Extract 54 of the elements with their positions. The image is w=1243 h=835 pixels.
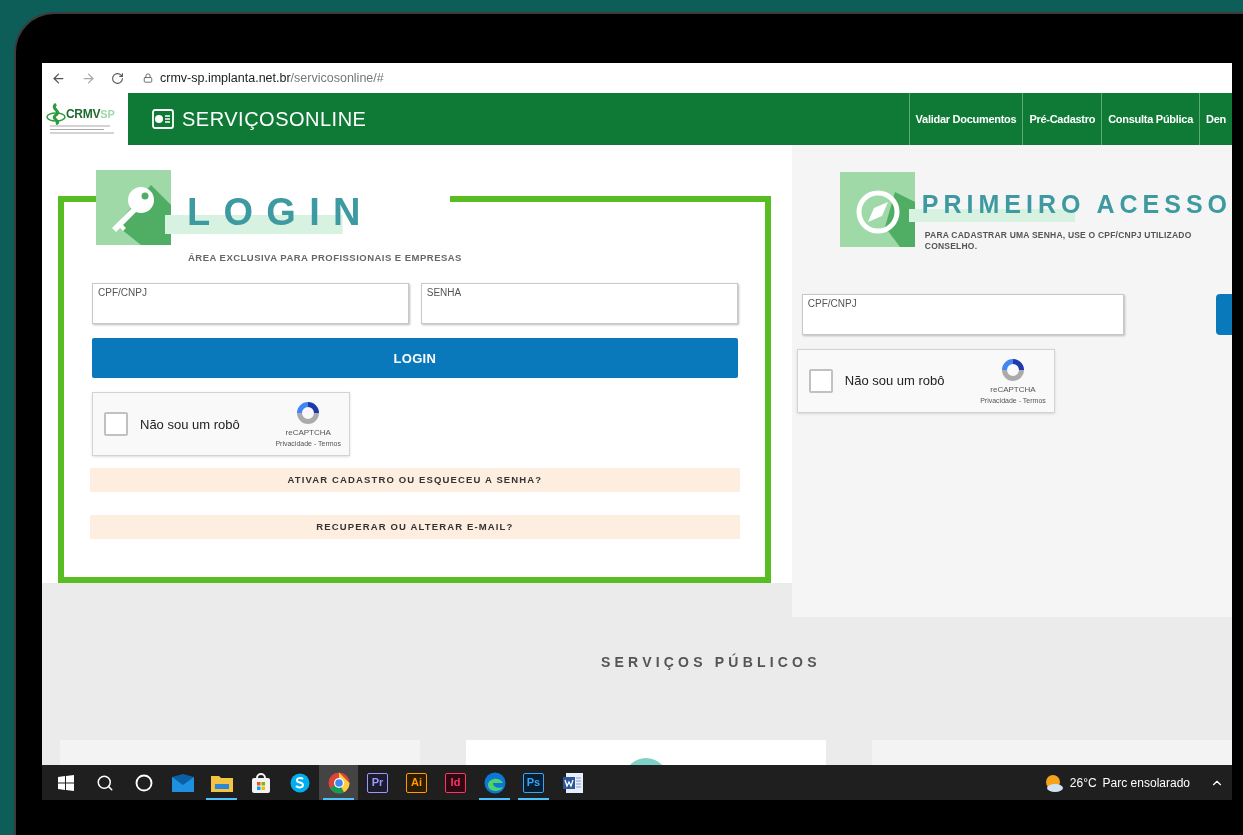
login-button[interactable]: LOGIN (92, 338, 738, 379)
logo-text: CRMV (66, 106, 101, 123)
taskbar-slot[interactable]: Ai (397, 765, 436, 800)
chrome-icon[interactable] (327, 771, 350, 794)
instruction-text: PARA CADASTRAR UMA SENHA, USE O CPF/CNPJ UTILIZADO (923, 230, 1193, 241)
recaptcha-brand: reCAPTCHA (990, 383, 1036, 396)
login-subtitle: ÁREA EXCLUSIVA PARA PROFISSIONAIS E EMPRESAS (188, 251, 463, 265)
partly-cloudy-icon (1043, 773, 1064, 792)
running-indicator (206, 798, 237, 800)
captcha-label: Não sou um robô (140, 415, 240, 434)
recaptcha-brand: reCAPTCHA (285, 427, 331, 439)
logo-subtitle-drawing (50, 125, 116, 135)
app-badge-icon[interactable]: Id (445, 772, 466, 793)
mail-icon[interactable] (171, 773, 194, 792)
circle-icon[interactable] (134, 773, 153, 792)
captcha-label: Não sou um robô (844, 372, 945, 391)
shopping-bag-icon[interactable] (250, 772, 271, 793)
back-icon[interactable] (51, 70, 66, 86)
text-field[interactable]: CPF/CNPJ (801, 294, 1124, 335)
text-field[interactable]: CPF/CNPJ (92, 283, 409, 325)
account-link[interactable]: ATIVAR CADASTRO OU ESQUECEU A SENHA? (90, 468, 740, 493)
app-badge-icon[interactable]: Ps (523, 772, 544, 793)
captcha-checkbox[interactable] (808, 369, 833, 393)
captcha-checkbox[interactable] (104, 412, 128, 437)
taskbar-slot[interactable]: Ps (514, 765, 553, 800)
document-icon[interactable] (561, 771, 584, 794)
taskbar-slot[interactable]: Pr (358, 765, 397, 800)
running-indicator (518, 798, 549, 800)
logo-emblem-icon (46, 103, 66, 125)
windows-start-icon[interactable] (57, 774, 74, 791)
edge-icon[interactable] (483, 771, 506, 794)
online-services-icon (152, 109, 174, 129)
running-indicator (479, 798, 510, 800)
app-badge-icon[interactable]: Pr (367, 772, 388, 793)
site-title: SERVIÇOSONLINE (182, 107, 367, 132)
folder-icon[interactable] (210, 773, 233, 792)
weather-temperature: 26°C (1069, 774, 1097, 792)
running-indicator (323, 798, 354, 800)
lock-icon (143, 73, 153, 83)
address-field[interactable]: crmv-sp.implanta.net.br/servicosonline/# (160, 68, 384, 88)
app-badge-icon[interactable]: Ai (406, 772, 427, 793)
key-icon (96, 170, 171, 245)
text-field[interactable]: SENHA (420, 283, 738, 325)
section-heading: SERVIÇOS PÚBLICOS (601, 652, 822, 672)
account-link[interactable]: RECUPERAR OU ALTERAR E-MAIL? (90, 515, 740, 540)
compass-icon (839, 172, 915, 247)
taskbar-slot[interactable]: Id (436, 765, 475, 800)
logo-accent-text: SP (100, 106, 115, 122)
taskbar-slot[interactable] (319, 765, 358, 800)
instruction-text: CONSELHO. (923, 241, 979, 252)
chat-bubble-icon[interactable] (289, 772, 310, 793)
reload-icon[interactable] (111, 71, 124, 85)
search-icon[interactable] (95, 773, 114, 792)
weather-condition: Parc ensolarado (1102, 774, 1190, 792)
